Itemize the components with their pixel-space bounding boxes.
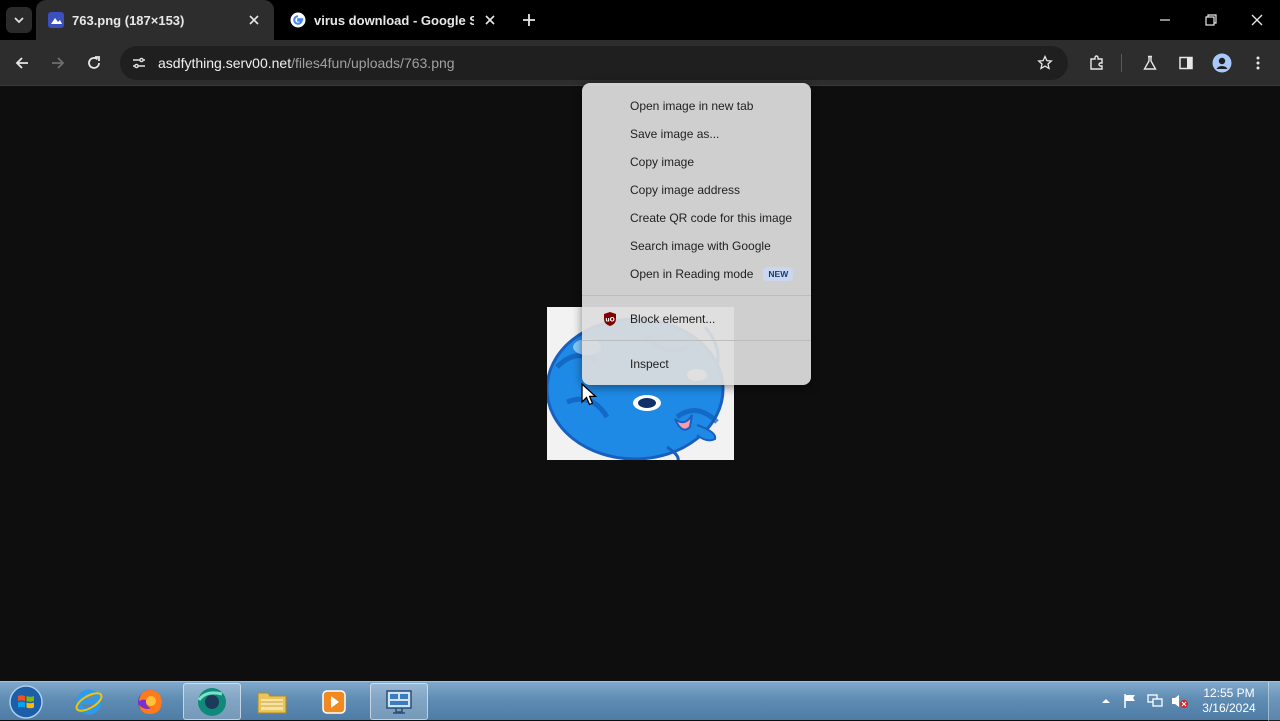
menu-item-block-element[interactable]: uO Block element... <box>582 305 811 333</box>
menu-item-label: Open image in new tab <box>630 99 754 113</box>
kebab-menu-icon <box>1256 56 1260 70</box>
arrow-right-icon <box>52 57 65 69</box>
tab-search-button[interactable] <box>6 7 32 33</box>
menu-item-label: Create QR code for this image <box>630 211 793 225</box>
bookmark-star-icon[interactable] <box>1034 52 1056 74</box>
forward-button[interactable] <box>43 48 73 78</box>
browser-toolbar: asdfything.serv00.net/files4fun/uploads/… <box>0 40 1280 86</box>
restore-button[interactable] <box>1191 4 1231 36</box>
windows-taskbar: 12:55 PM 3/16/2024 <box>0 681 1280 721</box>
tab-image[interactable]: 763.png (187×153) <box>36 0 274 40</box>
show-desktop-button[interactable] <box>1268 682 1280 721</box>
menu-item-create-qr-code[interactable]: Create QR code for this image <box>582 204 811 232</box>
tab-strip: 763.png (187×153) virus download - Googl… <box>0 0 1280 40</box>
taskbar-internet-explorer[interactable] <box>60 683 118 720</box>
tray-action-center[interactable] <box>1121 692 1139 710</box>
site-info-icon[interactable] <box>128 52 150 74</box>
side-panel-icon <box>1179 56 1193 70</box>
network-icon <box>1147 694 1163 707</box>
reload-icon <box>88 56 100 69</box>
toolbar-divider <box>1121 54 1122 72</box>
svg-text:uO: uO <box>605 317 614 324</box>
url-path: /files4fun/uploads/763.png <box>291 55 455 71</box>
tab-title: virus download - Google Search <box>314 12 474 28</box>
menu-item-save-image-as[interactable]: Save image as... <box>582 120 811 148</box>
chevron-up-icon <box>1102 699 1110 703</box>
tray-volume[interactable] <box>1171 692 1189 710</box>
menu-item-copy-image[interactable]: Copy image <box>582 148 811 176</box>
clock-time: 12:55 PM <box>1203 686 1255 700</box>
taskbar-task-manager[interactable] <box>370 683 428 720</box>
profile-button[interactable] <box>1207 48 1237 78</box>
menu-item-label: Save image as... <box>630 127 720 141</box>
menu-button[interactable] <box>1243 48 1273 78</box>
chevron-down-icon <box>14 17 24 24</box>
taskbar-firefox[interactable] <box>121 683 179 720</box>
plus-icon <box>523 14 535 26</box>
volume-muted-icon <box>1172 695 1188 708</box>
internet-explorer-icon <box>75 689 103 714</box>
extensions-button[interactable] <box>1082 48 1112 78</box>
labs-button[interactable] <box>1135 48 1165 78</box>
menu-separator <box>582 340 811 341</box>
restore-icon <box>1205 14 1217 26</box>
flask-icon <box>1143 55 1157 70</box>
taskbar-clock[interactable]: 12:55 PM 3/16/2024 <box>1196 686 1262 716</box>
close-tab-icon[interactable] <box>480 10 500 30</box>
mouse-cursor-icon <box>581 383 598 406</box>
minimize-button[interactable] <box>1145 4 1185 36</box>
chromium-browser-icon <box>197 687 226 716</box>
menu-item-label: Block element... <box>630 312 716 326</box>
menu-item-label: Copy image address <box>630 183 741 197</box>
clock-date: 3/16/2024 <box>1202 701 1256 715</box>
menu-item-label: Copy image <box>630 155 695 169</box>
menu-separator <box>582 295 811 296</box>
arrow-left-icon <box>15 57 28 69</box>
google-g-icon <box>290 12 306 28</box>
tab-title: 763.png (187×153) <box>72 12 185 28</box>
context-menu: Open image in new tab Save image as... C… <box>582 83 811 385</box>
close-window-button[interactable] <box>1237 4 1277 36</box>
minimize-icon <box>1160 19 1170 21</box>
puzzle-icon <box>1090 55 1103 70</box>
start-button[interactable] <box>6 683 46 720</box>
menu-item-label: Search image with Google <box>630 239 771 253</box>
ublock-origin-icon: uO <box>604 312 616 326</box>
side-panel-button[interactable] <box>1171 48 1201 78</box>
tray-network[interactable] <box>1146 692 1164 710</box>
menu-item-open-reading-mode[interactable]: Open in Reading mode NEW <box>582 260 811 288</box>
reload-button[interactable] <box>79 48 109 78</box>
menu-item-search-image-google[interactable]: Search image with Google <box>582 232 811 260</box>
tab-google-search[interactable]: virus download - Google Search <box>278 0 510 40</box>
folder-icon <box>257 692 287 713</box>
menu-item-inspect[interactable]: Inspect <box>582 350 811 378</box>
menu-item-copy-image-address[interactable]: Copy image address <box>582 176 811 204</box>
new-tab-button[interactable] <box>518 9 540 31</box>
taskbar-browser[interactable] <box>183 683 241 720</box>
close-tab-icon[interactable] <box>244 10 264 30</box>
new-badge: NEW <box>763 267 794 281</box>
windows-logo-icon <box>9 684 43 719</box>
flag-icon <box>1124 694 1135 708</box>
back-button[interactable] <box>7 48 37 78</box>
close-icon <box>1251 14 1263 26</box>
show-hidden-icons[interactable] <box>1097 692 1115 710</box>
avatar-icon <box>1212 53 1232 73</box>
taskbar-media-player[interactable] <box>305 683 363 720</box>
image-favicon-icon <box>48 12 64 28</box>
menu-item-open-image-new-tab[interactable]: Open image in new tab <box>582 92 811 120</box>
firefox-icon <box>138 689 162 714</box>
address-bar[interactable]: asdfything.serv00.net/files4fun/uploads/… <box>120 46 1068 80</box>
url-host: asdfything.serv00.net <box>158 55 292 71</box>
monitor-icon <box>386 689 412 714</box>
menu-item-label: Open in Reading mode <box>630 267 754 281</box>
media-player-icon <box>322 689 346 714</box>
menu-item-label: Inspect <box>630 357 669 371</box>
taskbar-file-explorer[interactable] <box>243 683 301 720</box>
